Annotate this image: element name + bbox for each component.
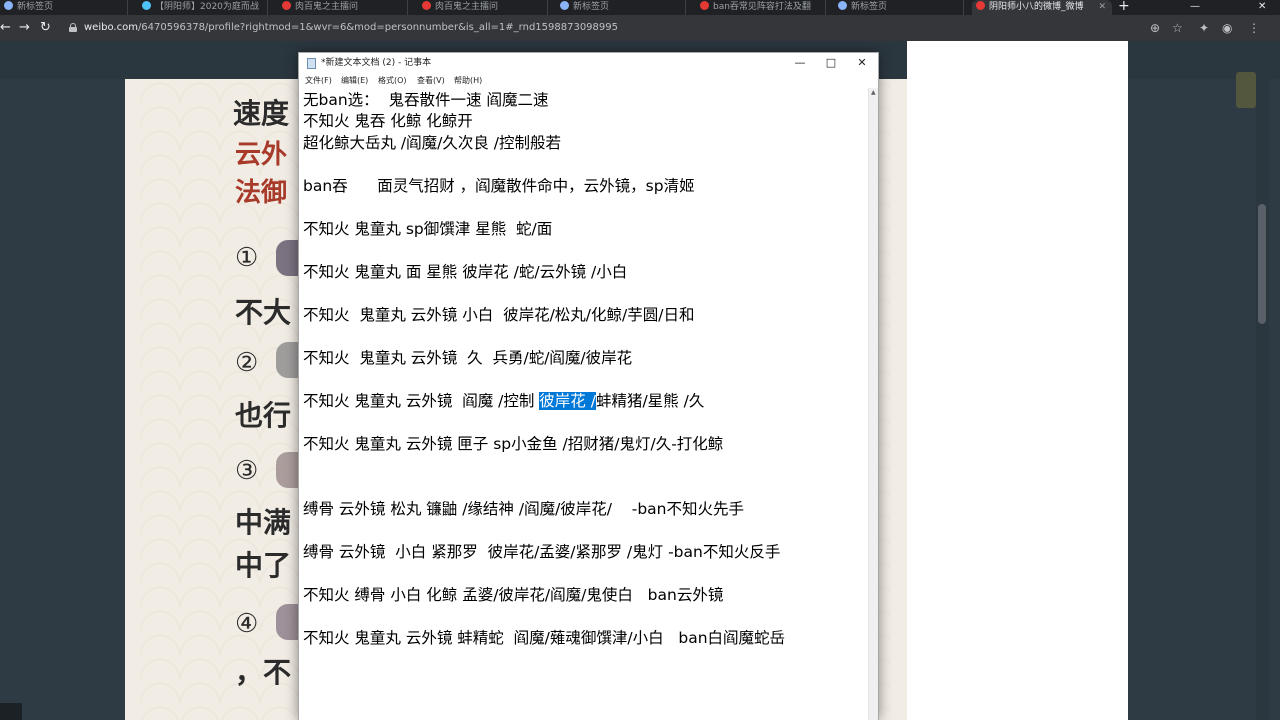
article-text-5: ，不 [235, 656, 292, 689]
bottom-corner [0, 703, 22, 720]
text-line: ban吞 面灵气招财 ，阎魔散件命中，云外镜，sp清姬 [303, 177, 695, 195]
tab-favicon-icon [4, 1, 13, 10]
text-line: 不知火 缚骨 小白 化鲸 孟婆/彼岸花/阎魔/鬼使白 ban云外镜 [303, 586, 724, 604]
text-line-with-selection: 不知火 鬼童丸 云外镜 阎魔 /控制 彼岸花 /蚌精猪/星熊 /久 [303, 391, 704, 411]
tab-title: 肉百鬼之主擂问 [435, 2, 499, 12]
tab-6[interactable]: 新标签页 [834, 0, 964, 15]
tab-title: 阴阳师小八的微博_微博 [989, 2, 1084, 12]
tab-favicon-icon [700, 1, 709, 10]
article-text-1: 不大 [235, 296, 292, 329]
tab-4[interactable]: 新标签页 [556, 0, 686, 15]
close-window-button[interactable]: ✕ [1258, 0, 1266, 14]
browser-toolbar: ← → ↻ weibo.com/6470596378/profile?right… [0, 15, 1280, 41]
tab-0[interactable]: 新标签页 [0, 0, 128, 15]
tab-strip: 新标签页 【阴阳师】2020为庭而战 肉百鬼之主擂问 肉百鬼之主擂问 新标签页 … [0, 0, 1280, 15]
menu-file[interactable]: 文件(F) [305, 75, 332, 86]
notepad-icon [307, 58, 316, 69]
article-text-2: 也行 [235, 399, 292, 432]
back-icon[interactable]: ← [0, 19, 11, 37]
tab-favicon-icon [422, 1, 431, 10]
text-line: 无ban选： 鬼吞散件一速 阎魔二速 [303, 91, 549, 109]
reload-icon[interactable]: ↻ [40, 19, 51, 37]
character-portrait [276, 240, 300, 276]
scroll-up-icon[interactable]: ▲ [871, 89, 876, 96]
text-line: 不知火 鬼童丸 云外镜 小白 彼岸花/松丸/化鲸/芋圆/日和 [303, 306, 695, 324]
character-portrait [276, 452, 300, 488]
text-line: 不知火 鬼童丸 面 星熊 彼岸花 /蛇/云外镜 /小白 [303, 263, 628, 281]
tab-1[interactable]: 【阴阳师】2020为庭而战 [138, 0, 268, 15]
text-line: 不知火 鬼童丸 云外镜 匣子 sp小金鱼 /招财猪/鬼灯/久-打化鲸 [303, 435, 724, 453]
article-number-4: ④ [235, 609, 259, 639]
article-number-1: ① [235, 243, 259, 273]
notepad-scrollbar[interactable]: ▲ [868, 88, 878, 720]
close-icon[interactable]: ✕ [852, 55, 872, 71]
tab-title: ban吞常见阵容打法及翻 [713, 2, 811, 12]
text-line: 不知火 鬼吞 化鲸 化鲸开 [303, 112, 473, 130]
tab-7-active[interactable]: 阴阳师小八的微博_微博 ✕ [972, 0, 1112, 15]
url-path: /6470596378/profile?rightmod=1&wvr=6&mod… [137, 22, 618, 33]
new-tab-button[interactable]: + [1118, 0, 1130, 13]
notepad-window: *新建文本文档 (2) - 记事本 — □ ✕ 文件(F) 编辑(E) 格式(O… [298, 52, 879, 720]
menu-edit[interactable]: 编辑(E) [341, 75, 368, 86]
profile-icon[interactable]: ◉ [1222, 20, 1232, 36]
article-title: 速度 [233, 97, 290, 130]
zoom-icon[interactable]: ⊕ [1150, 20, 1160, 36]
tab-title: 【阴阳师】2020为庭而战 [155, 2, 259, 12]
page-scrollbar-thumb[interactable] [1258, 204, 1266, 324]
tab-favicon-icon [142, 1, 151, 10]
article-red-line-2: 法御 [235, 178, 288, 208]
tab-favicon-icon [560, 1, 569, 10]
tab-2[interactable]: 肉百鬼之主擂问 [278, 0, 408, 15]
tab-title: 新标签页 [17, 2, 54, 12]
minimize-icon[interactable]: — [790, 55, 810, 71]
forward-icon[interactable]: → [19, 19, 30, 37]
tab-title: 新标签页 [573, 2, 610, 12]
right-panel [907, 41, 1128, 720]
menu-help[interactable]: 帮助(H) [454, 75, 482, 86]
notepad-title: *新建文本文档 (2) - 记事本 [321, 58, 432, 68]
tab-5[interactable]: ban吞常见阵容打法及翻 [696, 0, 826, 15]
notepad-title-bar[interactable]: *新建文本文档 (2) - 记事本 — □ ✕ [299, 53, 878, 73]
notepad-menu-bar: 文件(F) 编辑(E) 格式(O) 查看(V) 帮助(H) [299, 73, 878, 88]
bookmark-star-icon[interactable]: ☆ [1172, 20, 1183, 36]
article-number-2: ② [235, 348, 259, 378]
minimize-window-button[interactable]: — [1190, 0, 1200, 14]
character-portrait [276, 604, 300, 640]
text-selection[interactable]: 彼岸花 / [539, 392, 596, 410]
text-after-selection: 蚌精猪/星熊 /久 [595, 392, 705, 410]
text-line: 不知火 鬼童丸 云外镜 蚌精蛇 阎魔/薙魂御馔津/小白 ban白阎魔蛇岳 [303, 629, 786, 647]
url-host: weibo.com [84, 22, 138, 33]
tab-favicon-icon [282, 1, 291, 10]
tab-title: 新标签页 [851, 2, 888, 12]
text-line: 缚骨 云外镜 松丸 镰鼬 /缘结神 /阎魔/彼岸花/ -ban不知火先手 [303, 500, 744, 518]
close-tab-icon[interactable]: ✕ [1098, 0, 1106, 14]
menu-format[interactable]: 格式(O) [378, 75, 407, 86]
address-bar[interactable]: weibo.com/6470596378/profile?rightmod=1&… [84, 22, 618, 34]
article-number-3: ③ [235, 456, 259, 486]
weibo-favicon-icon [976, 1, 985, 10]
text-line: 超化鲸大岳丸 /阎魔/久次良 /控制般若 [303, 134, 562, 152]
character-portrait [276, 342, 300, 378]
article-text-4: 中了 [235, 549, 292, 582]
text-line: 不知火 鬼童丸 云外镜 久 兵勇/蛇/阎魔/彼岸花 [303, 349, 633, 367]
article-red-line-1: 云外 [235, 140, 288, 170]
tab-3[interactable]: 肉百鬼之主擂问 [418, 0, 548, 15]
menu-view[interactable]: 查看(V) [417, 75, 445, 86]
corner-decoration [1236, 72, 1256, 108]
tab-title: 肉百鬼之主擂问 [295, 2, 359, 12]
text-line: 不知火 鬼童丸 sp御馔津 星熊 蛇/面 [303, 220, 553, 238]
text-line: 缚骨 云外镜 小白 紧那罗 彼岸花/孟婆/紧那罗 /鬼灯 -ban不知火反手 [303, 543, 781, 561]
lock-icon[interactable] [69, 23, 77, 32]
tab-favicon-icon [838, 1, 847, 10]
page-scrollbar[interactable] [1256, 41, 1269, 720]
menu-dots-icon[interactable]: ⋮ [1248, 20, 1260, 36]
text-before-selection: 不知火 鬼童丸 云外镜 阎魔 /控制 [303, 392, 540, 410]
article-text-3: 中满 [235, 506, 292, 539]
extensions-icon[interactable]: ✦ [1199, 20, 1209, 36]
notepad-text-area[interactable]: 无ban选： 鬼吞散件一速 阎魔二速 不知火 鬼吞 化鲸 化鲸开 超化鲸大岳丸 … [299, 88, 868, 720]
maximize-icon[interactable]: □ [821, 55, 841, 71]
